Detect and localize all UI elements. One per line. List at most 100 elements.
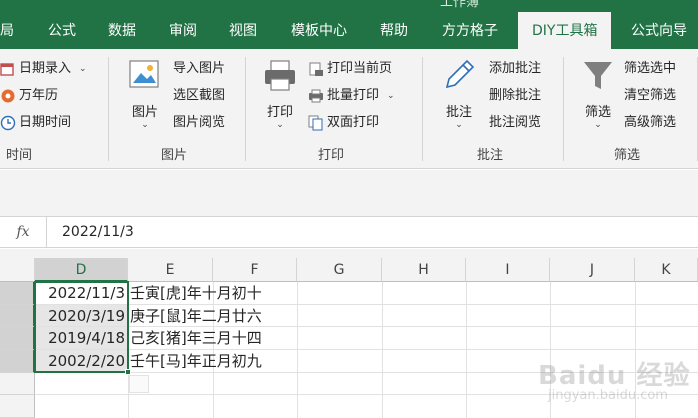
column-header-i[interactable]: I	[466, 258, 550, 282]
filter-selected-button[interactable]: 筛选选中	[624, 58, 676, 80]
group-filter: 筛选 ⌄ 筛选选中 清空筛选 高级筛选 筛选	[564, 49, 698, 169]
chevron-down-icon: ⌄	[79, 64, 87, 74]
tab-template-center[interactable]: 模板中心	[291, 0, 347, 49]
cell-lunar-date[interactable]: 壬寅[虎]年十月初十	[130, 282, 262, 304]
batch-print-button[interactable]: 批量打印 ⌄	[308, 85, 395, 107]
calendar-icon	[0, 61, 16, 77]
date-time-label: 日期时间	[19, 115, 72, 130]
import-picture-button[interactable]: 导入图片	[173, 58, 225, 80]
chevron-down-icon: ⌄	[387, 91, 395, 101]
group-picture: 图片 ⌄ 导入图片 选区截图 图片阅览 图片	[109, 49, 245, 169]
group-label-time: 时间	[6, 148, 33, 163]
chevron-down-icon: ⌄	[455, 120, 463, 130]
duplex-print-button[interactable]: 双面打印	[308, 112, 379, 134]
tab-layout[interactable]: 局	[0, 0, 14, 49]
row-header[interactable]	[0, 373, 35, 395]
perpetual-calendar-button[interactable]: 万年历	[0, 85, 58, 107]
tab-formula-wizard[interactable]: 公式向导	[631, 0, 687, 49]
quick-analysis-icon[interactable]	[129, 375, 149, 393]
tab-view[interactable]: 视图	[229, 0, 257, 49]
row-header[interactable]	[0, 305, 35, 327]
grid-line	[382, 282, 383, 418]
watermark-text: Baidu 经验	[538, 361, 691, 391]
ribbon-body: 日期录入 ⌄ 万年历 日期时间 时间 图片 ⌄ 导入图片 选区截图 图片阅览 图…	[0, 49, 698, 169]
comment-button-label: 批注	[445, 105, 472, 120]
select-all-corner[interactable]	[0, 258, 35, 282]
date-entry-button[interactable]: 日期录入 ⌄	[0, 58, 87, 80]
comment-big-button[interactable]: 批注 ⌄	[439, 57, 479, 130]
formula-bar: fx 2022/11/3	[0, 216, 698, 248]
filter-big-button[interactable]: 筛选 ⌄	[578, 57, 618, 130]
advanced-filter-button[interactable]: 高级筛选	[624, 112, 676, 134]
formula-bar-spacer	[0, 249, 698, 258]
group-label-print: 打印	[318, 148, 345, 163]
picture-icon	[127, 60, 163, 99]
tab-formulas[interactable]: 公式	[48, 0, 76, 49]
pencil-icon	[441, 59, 477, 99]
tab-review[interactable]: 审阅	[169, 0, 197, 49]
chevron-down-icon: ⌄	[594, 120, 602, 130]
column-header-j[interactable]: J	[550, 258, 635, 282]
advanced-filter-label: 高级筛选	[624, 115, 677, 130]
tab-help[interactable]: 帮助	[380, 0, 408, 49]
cell-lunar-date[interactable]: 己亥[猪]年三月十四	[130, 327, 262, 349]
selection-border	[34, 281, 129, 373]
date-entry-label: 日期录入	[19, 61, 72, 76]
formula-input[interactable]: 2022/11/3	[62, 217, 134, 248]
date-time-button[interactable]: 日期时间	[0, 112, 71, 134]
batch-print-icon	[308, 88, 324, 104]
chevron-down-icon: ⌄	[141, 120, 149, 130]
range-screenshot-label: 选区截图	[173, 88, 226, 103]
cell-lunar-date[interactable]: 壬午[马]年正月初九	[130, 350, 262, 372]
row-header[interactable]	[0, 327, 35, 350]
print-current-page-button[interactable]: 打印当前页	[308, 58, 392, 80]
perpetual-calendar-label: 万年历	[19, 88, 59, 103]
picture-browse-button[interactable]: 图片阅览	[173, 112, 225, 134]
column-header-e[interactable]: E	[128, 258, 213, 282]
picture-button-label: 图片	[131, 105, 158, 120]
row-header[interactable]	[0, 395, 35, 418]
tab-diy-toolbox[interactable]: DIY工具箱	[518, 12, 612, 49]
tab-data[interactable]: 数据	[108, 0, 136, 49]
funnel-icon	[580, 62, 616, 99]
column-header-f[interactable]: F	[213, 258, 297, 282]
cell-lunar-date[interactable]: 庚子[鼠]年二月廿六	[130, 305, 262, 327]
insert-function-icon[interactable]: fx	[0, 217, 46, 248]
column-header-d[interactable]: D	[35, 258, 128, 282]
clear-filter-label: 清空筛选	[624, 88, 677, 103]
group-time: 日期录入 ⌄ 万年历 日期时间 时间	[0, 49, 108, 169]
duplex-print-icon	[308, 115, 324, 131]
group-print: 打印 ⌄ 打印当前页 批量打印 ⌄ 双面打印 打印	[246, 49, 422, 169]
browse-comment-button[interactable]: 批注阅览	[489, 112, 541, 134]
clock-icon	[0, 115, 16, 131]
delete-comment-button[interactable]: 删除批注	[489, 85, 541, 107]
filter-selected-label: 筛选选中	[624, 61, 677, 76]
group-label-picture: 图片	[161, 148, 188, 163]
column-header-k[interactable]: K	[635, 258, 698, 282]
delete-comment-label: 删除批注	[489, 88, 542, 103]
add-comment-button[interactable]: 添加批注	[489, 58, 541, 80]
column-header-h[interactable]: H	[382, 258, 466, 282]
print-current-page-label: 打印当前页	[327, 61, 393, 76]
picture-big-button[interactable]: 图片 ⌄	[125, 57, 165, 130]
print-big-button[interactable]: 打印 ⌄	[260, 57, 300, 130]
grid-line	[297, 282, 298, 418]
picture-browse-label: 图片阅览	[173, 115, 226, 130]
group-label-filter: 筛选	[614, 148, 641, 163]
column-header-g[interactable]: G	[297, 258, 382, 282]
import-picture-label: 导入图片	[173, 61, 226, 76]
grid-line	[466, 282, 467, 418]
tab-fangfang-gezi[interactable]: 方方格子	[442, 0, 498, 49]
range-screenshot-button[interactable]: 选区截图	[173, 85, 225, 107]
print-page-icon	[308, 61, 324, 77]
group-label-comment: 批注	[477, 148, 504, 163]
row-header[interactable]	[0, 350, 35, 373]
print-button-label: 打印	[266, 105, 293, 120]
group-comment: 批注 ⌄ 添加批注 删除批注 批注阅览 批注	[423, 49, 563, 169]
clear-filter-button[interactable]: 清空筛选	[624, 85, 676, 107]
row-header[interactable]	[0, 282, 35, 305]
batch-print-label: 批量打印	[327, 88, 380, 103]
ribbon-tab-bar: 工作簿 局 公式 数据 审阅 视图 模板中心 帮助 方方格子 DIY工具箱 公式…	[0, 0, 698, 49]
printer-icon	[262, 60, 298, 99]
filter-button-label: 筛选	[584, 105, 611, 120]
